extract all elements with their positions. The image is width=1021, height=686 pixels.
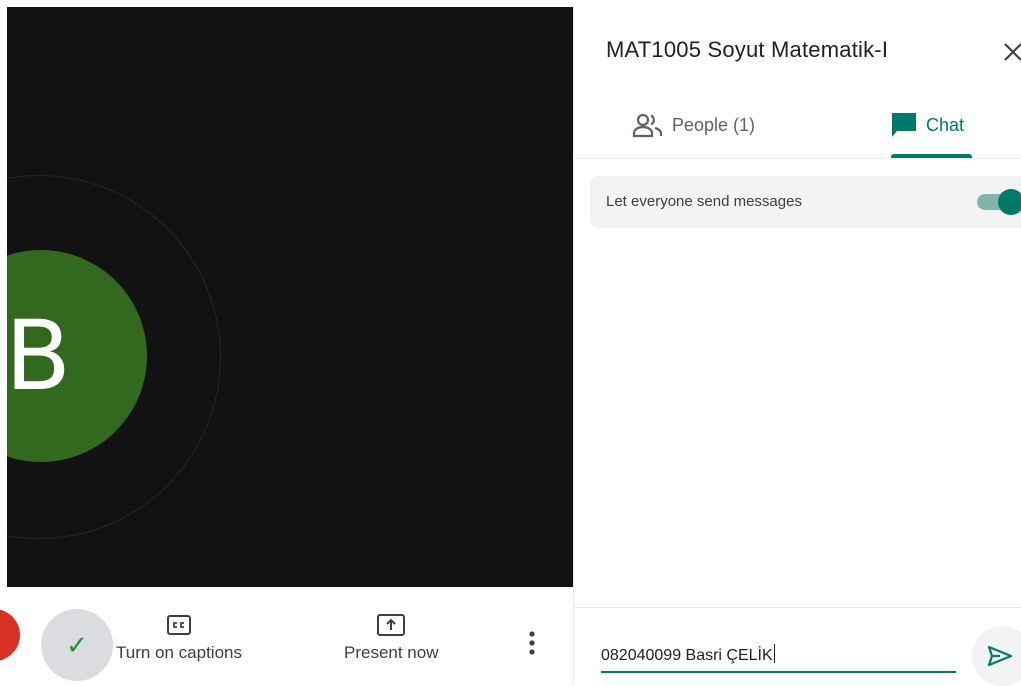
close-icon: [1004, 43, 1021, 61]
more-vert-icon: [529, 631, 535, 655]
close-panel-button[interactable]: [1002, 41, 1021, 68]
side-panel: MAT1005 Soyut Matematik-I People (1) Cha…: [573, 7, 1021, 686]
panel-title: MAT1005 Soyut Matematik-I: [606, 37, 889, 62]
chat-icon: [892, 113, 916, 137]
present-now-button[interactable]: Present now: [344, 613, 439, 663]
tabs-divider: [574, 158, 1021, 159]
end-call-button[interactable]: [0, 609, 20, 661]
send-button[interactable]: [972, 626, 1021, 686]
message-compose-area: 082040099 Basri ÇELİK: [574, 607, 1021, 686]
video-stage: B: [7, 7, 573, 587]
present-icon: [377, 614, 406, 636]
send-icon: [987, 645, 1013, 667]
tab-people-label: People (1): [672, 114, 756, 135]
present-label: Present now: [344, 643, 439, 662]
captions-label: Turn on captions: [116, 643, 242, 662]
more-options-button[interactable]: [522, 629, 542, 662]
message-input-value: 082040099 Basri ÇELİK: [601, 647, 773, 664]
tab-people[interactable]: People (1): [632, 105, 755, 145]
check-icon: ✓: [66, 629, 88, 660]
tab-chat-label: Chat: [926, 114, 965, 135]
toggle-knob: [998, 189, 1021, 215]
text-caret: [773, 644, 775, 663]
captions-button[interactable]: Turn on captions: [116, 613, 242, 663]
message-input[interactable]: 082040099 Basri ÇELİK: [601, 644, 775, 665]
check-button[interactable]: ✓: [41, 609, 113, 681]
tab-chat[interactable]: Chat: [890, 105, 964, 145]
captions-icon: [167, 615, 191, 635]
chat-permission-label: Let everyone send messages: [606, 193, 802, 210]
message-input-underline: [601, 671, 956, 673]
call-control-bar: ✓ Turn on captions Present now: [0, 587, 573, 685]
chat-permission-row: Let everyone send messages: [590, 176, 1021, 228]
people-icon: [632, 113, 663, 138]
